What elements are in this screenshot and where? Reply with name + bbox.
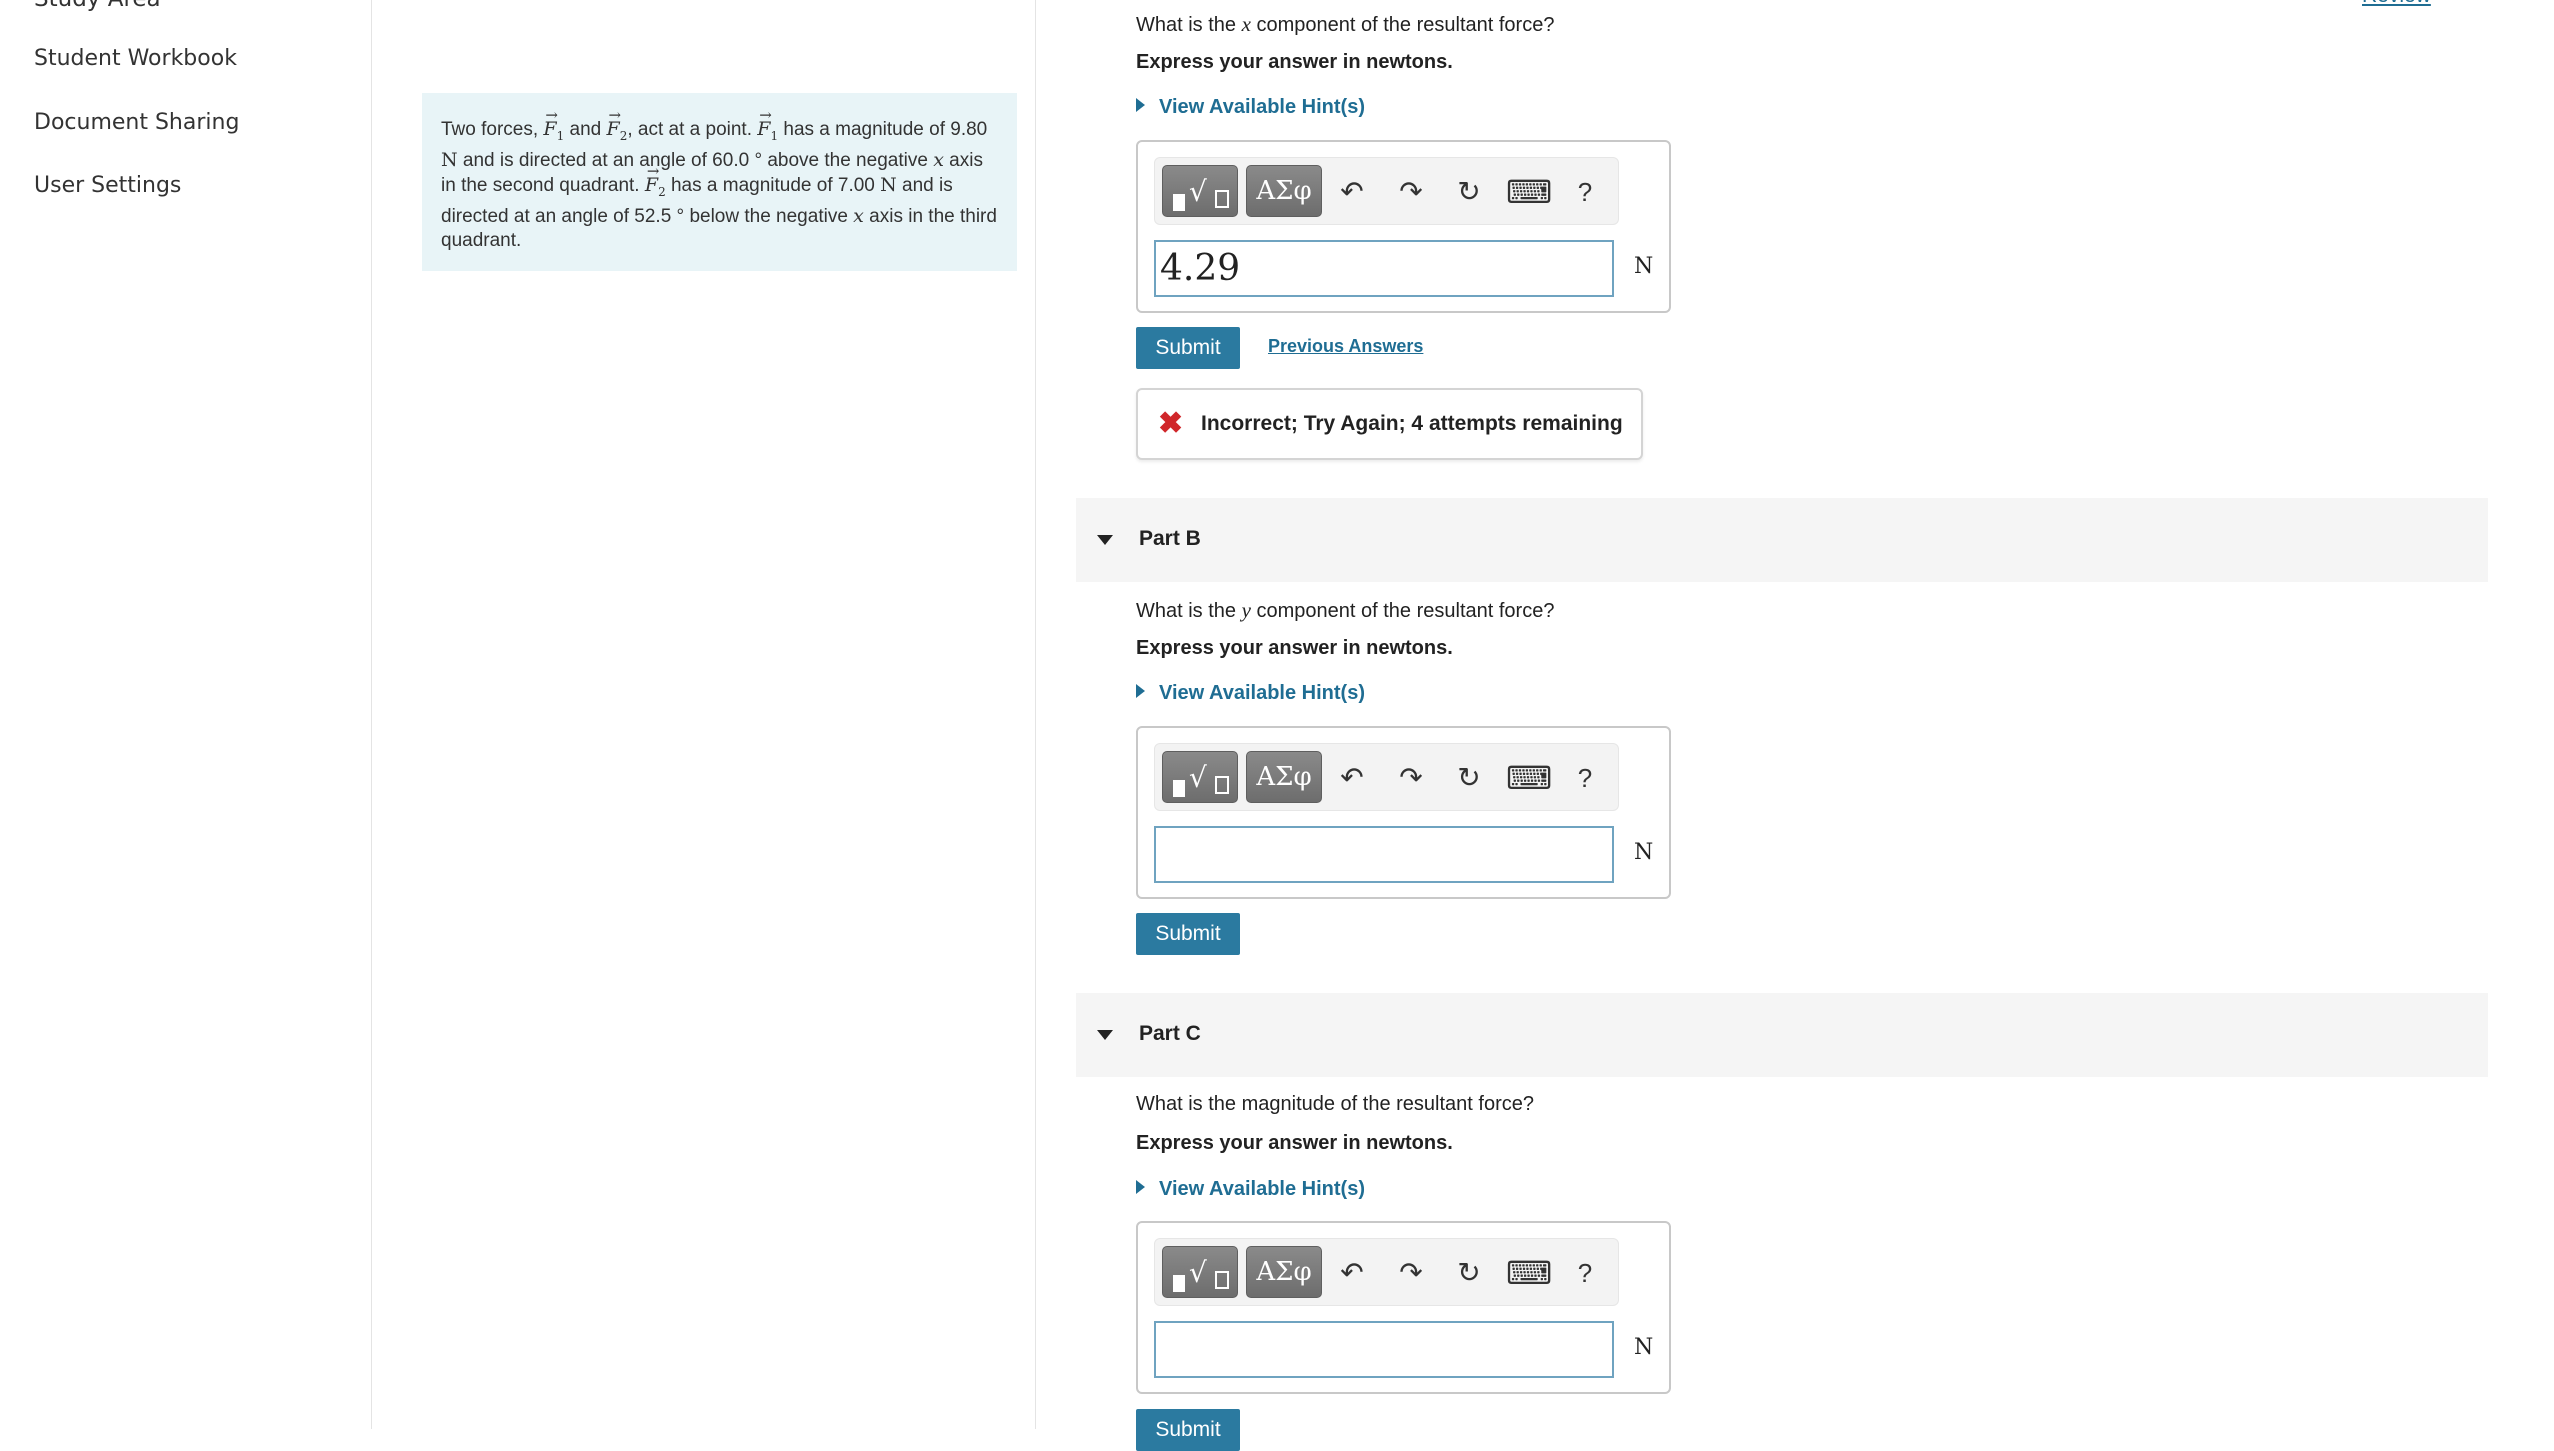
part-b-instructions: Express your answer in newtons. (1136, 637, 1453, 659)
redo-icon[interactable]: ↷ (1391, 758, 1431, 798)
caret-down-icon (1097, 535, 1113, 545)
vector-f2: F2 (607, 103, 628, 148)
vector-f2: F2 (645, 159, 666, 204)
undo-icon[interactable]: ↶ (1332, 1253, 1372, 1293)
help-icon[interactable]: ? (1565, 758, 1605, 798)
reset-icon[interactable]: ↻ (1449, 758, 1489, 798)
greek-symbols-button[interactable]: ΑΣφ (1246, 1246, 1322, 1298)
redo-icon[interactable]: ↷ (1391, 172, 1431, 212)
part-c-instructions: Express your answer in newtons. (1136, 1132, 1453, 1154)
part-b-hint-toggle[interactable]: View Available Hint(s) (1136, 682, 1365, 705)
box-icon (1173, 1275, 1185, 1292)
problem-statement: Two forces, F1 and F2, act at a point. F… (422, 93, 1017, 271)
vector-f1: F1 (543, 103, 564, 148)
part-b-submit-button[interactable]: Submit (1136, 913, 1240, 955)
box-icon (1173, 194, 1185, 211)
radical-icon: √ (1189, 761, 1207, 794)
feedback-message: ✖ Incorrect; Try Again; 4 attempts remai… (1136, 388, 1643, 460)
radical-icon: √ (1189, 175, 1207, 208)
part-a-answer-input[interactable]: 4.29 (1154, 240, 1614, 297)
undo-icon[interactable]: ↶ (1332, 758, 1372, 798)
radical-icon: √ (1189, 1256, 1207, 1289)
previous-answers-link[interactable]: Previous Answers (1268, 336, 1423, 357)
box-icon (1215, 776, 1229, 794)
reset-icon[interactable]: ↻ (1449, 1253, 1489, 1293)
part-c-answer-panel: √ ΑΣφ ↶ ↷ ↻ ⌨ ? N (1136, 1221, 1671, 1394)
templates-button[interactable]: √ (1162, 751, 1238, 803)
templates-button[interactable]: √ (1162, 1246, 1238, 1298)
part-a-hint-toggle[interactable]: View Available Hint(s) (1136, 96, 1365, 119)
keyboard-icon[interactable]: ⌨ (1506, 172, 1552, 212)
unit-label: N (1634, 1335, 1654, 1360)
math-toolbar: √ ΑΣφ ↶ ↷ ↻ ⌨ ? (1154, 1238, 1619, 1306)
math-toolbar: √ ΑΣφ ↶ ↷ ↻ ⌨ ? (1154, 157, 1619, 225)
part-b-header[interactable]: Part B (1076, 498, 2488, 582)
part-a-instructions: Express your answer in newtons. (1136, 51, 1453, 73)
sidebar: Study Area Student Workbook Document Sha… (0, 0, 372, 1429)
error-icon: ✖ (1158, 407, 1184, 440)
math-toolbar: √ ΑΣφ ↶ ↷ ↻ ⌨ ? (1154, 743, 1619, 811)
caret-down-icon (1097, 1030, 1113, 1040)
greek-symbols-button[interactable]: ΑΣφ (1246, 751, 1322, 803)
caret-right-icon (1136, 1180, 1145, 1194)
templates-button[interactable]: √ (1162, 165, 1238, 217)
part-c-header[interactable]: Part C (1076, 993, 2488, 1077)
feedback-text: Incorrect; Try Again; 4 attempts remaini… (1201, 412, 1623, 435)
part-c-hint-toggle[interactable]: View Available Hint(s) (1136, 1178, 1365, 1201)
vector-f1: F1 (757, 103, 778, 148)
part-a-submit-button[interactable]: Submit (1136, 327, 1240, 369)
part-c-submit-button[interactable]: Submit (1136, 1409, 1240, 1451)
greek-symbols-button[interactable]: ΑΣφ (1246, 165, 1322, 217)
redo-icon[interactable]: ↷ (1391, 1253, 1431, 1293)
unit-label: N (1634, 840, 1654, 865)
part-a-answer-panel: √ ΑΣφ ↶ ↷ ↻ ⌨ ? 4.29 N (1136, 140, 1671, 313)
box-icon (1215, 1271, 1229, 1289)
part-b-answer-panel: √ ΑΣφ ↶ ↷ ↻ ⌨ ? N (1136, 726, 1671, 899)
sidebar-item-document-sharing[interactable]: Document Sharing (34, 110, 239, 135)
sidebar-item-study-area[interactable]: Study Area (34, 0, 161, 12)
review-link[interactable]: Review (2362, 0, 2431, 8)
help-icon[interactable]: ? (1565, 1253, 1605, 1293)
reset-icon[interactable]: ↻ (1449, 172, 1489, 212)
sidebar-item-student-workbook[interactable]: Student Workbook (34, 46, 237, 71)
part-a-question: What is the x component of the resultant… (1136, 12, 1555, 36)
keyboard-icon[interactable]: ⌨ (1506, 1253, 1552, 1293)
undo-icon[interactable]: ↶ (1332, 172, 1372, 212)
part-c-title: Part C (1139, 1022, 1201, 1045)
part-b-question: What is the y component of the resultant… (1136, 598, 1555, 622)
box-icon (1215, 190, 1229, 208)
sidebar-item-user-settings[interactable]: User Settings (34, 173, 181, 198)
part-c-answer-input[interactable] (1154, 1321, 1614, 1378)
part-b-answer-input[interactable] (1154, 826, 1614, 883)
caret-right-icon (1136, 98, 1145, 112)
caret-right-icon (1136, 684, 1145, 698)
column-divider (1035, 0, 1036, 1429)
part-c-question: What is the magnitude of the resultant f… (1136, 1093, 1534, 1115)
help-icon[interactable]: ? (1565, 172, 1605, 212)
box-icon (1173, 780, 1185, 797)
keyboard-icon[interactable]: ⌨ (1506, 758, 1552, 798)
unit-label: N (1634, 254, 1654, 279)
part-b-title: Part B (1139, 527, 1201, 550)
